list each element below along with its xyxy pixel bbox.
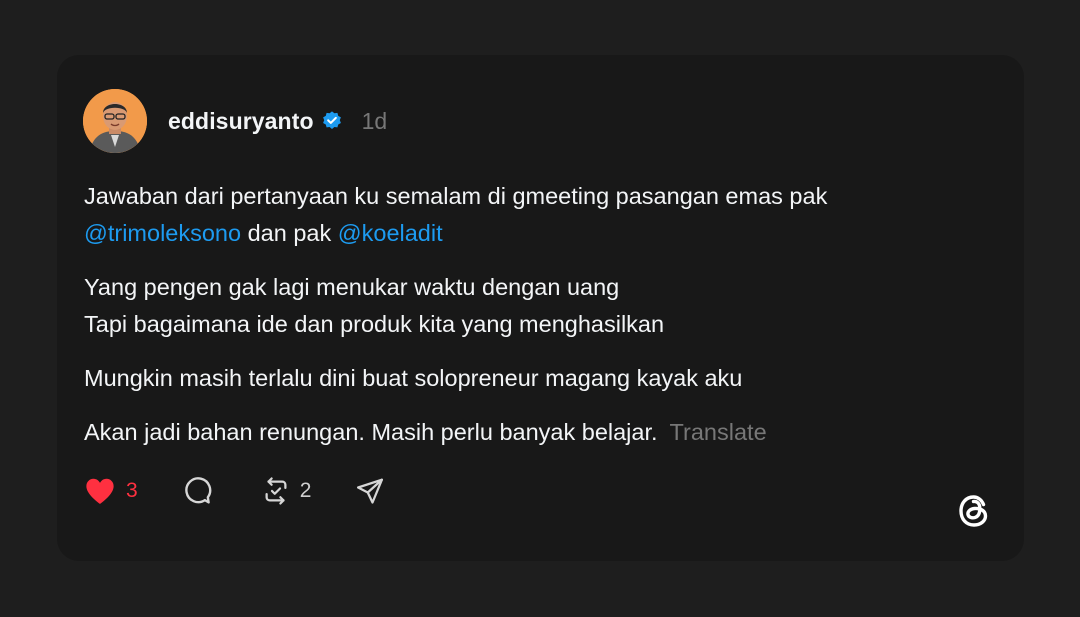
send-icon [355, 476, 385, 506]
threads-logo-icon[interactable] [954, 491, 994, 531]
post-text: dan pak [241, 220, 338, 246]
repost-button[interactable]: 2 [260, 476, 312, 506]
post-text: Akan jadi bahan renungan. Masih perlu ba… [84, 419, 658, 445]
mention-link[interactable]: @trimoleksono [84, 220, 241, 246]
verified-badge-icon [321, 110, 343, 132]
post-text: Jawaban dari pertanyaan ku semalam di gm… [84, 183, 828, 209]
share-button[interactable] [355, 476, 385, 506]
post-body: Jawaban dari pertanyaan ku semalam di gm… [84, 178, 984, 468]
repost-count: 2 [299, 479, 312, 502]
post-text: Tapi bagaimana ide dan produk kita yang … [84, 311, 665, 337]
repost-icon [260, 476, 292, 506]
post-text: Mungkin masih terlalu dini buat solopren… [84, 365, 743, 391]
post-time[interactable]: 1d [362, 108, 388, 135]
post-paragraph: Jawaban dari pertanyaan ku semalam di gm… [84, 178, 984, 252]
post-card[interactable]: eddisuryanto 1d Jawaban dari pertanyaan … [57, 55, 1024, 561]
username[interactable]: eddisuryanto [168, 108, 314, 135]
avatar[interactable] [83, 89, 147, 153]
comment-icon [182, 476, 212, 506]
translate-link[interactable]: Translate [670, 419, 767, 445]
heart-icon [83, 476, 117, 506]
like-button[interactable]: 3 [83, 476, 138, 506]
like-count: 3 [126, 479, 138, 502]
post-actions: 3 2 [83, 471, 385, 511]
post-header: eddisuryanto 1d [83, 89, 387, 153]
post-paragraph: Akan jadi bahan renungan. Masih perlu ba… [84, 414, 984, 451]
post-paragraph: Yang pengen gak lagi menukar waktu denga… [84, 269, 984, 343]
post-text: Yang pengen gak lagi menukar waktu denga… [84, 274, 620, 300]
reply-button[interactable] [182, 476, 212, 506]
mention-link[interactable]: @koeladit [338, 220, 443, 246]
post-paragraph: Mungkin masih terlalu dini buat solopren… [84, 360, 984, 397]
